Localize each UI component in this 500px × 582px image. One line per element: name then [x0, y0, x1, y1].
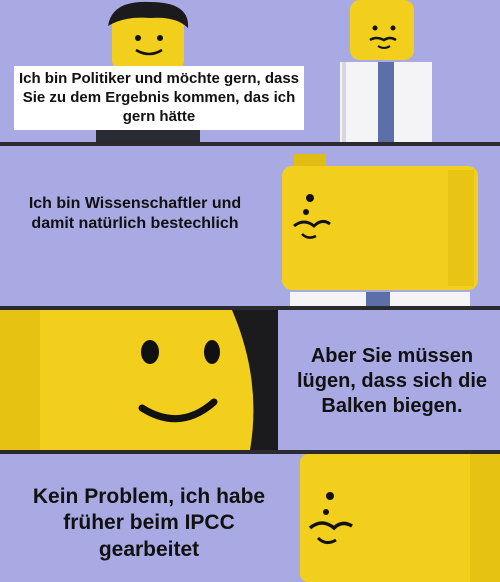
- panel-2: Ich bin Wissenschaftler und damit natürl…: [0, 146, 500, 306]
- panel-4: Kein Problem, ich habe früher beim IPCC …: [0, 454, 500, 582]
- panel-2-caption: Ich bin Wissenschaftler und damit natürl…: [28, 195, 242, 232]
- panel-1: Ich bin Politiker und möchte gern, dass …: [0, 0, 500, 142]
- panel-1-caption: Ich bin Politiker und möchte gern, dass …: [14, 66, 304, 131]
- politician-face-closeup: [0, 310, 278, 450]
- scientist-face-closeup: [300, 454, 500, 582]
- panel-3: Aber Sie müssen lügen, dass sich die Bal…: [0, 310, 500, 450]
- meme-comic: Ich bin Politiker und möchte gern, dass …: [0, 0, 500, 582]
- panel-4-caption: Kein Problem, ich habe früher beim IPCC …: [32, 485, 266, 561]
- panel-3-caption: Aber Sie müssen lügen, dass sich die Bal…: [296, 345, 488, 417]
- scientist-head: [282, 154, 478, 306]
